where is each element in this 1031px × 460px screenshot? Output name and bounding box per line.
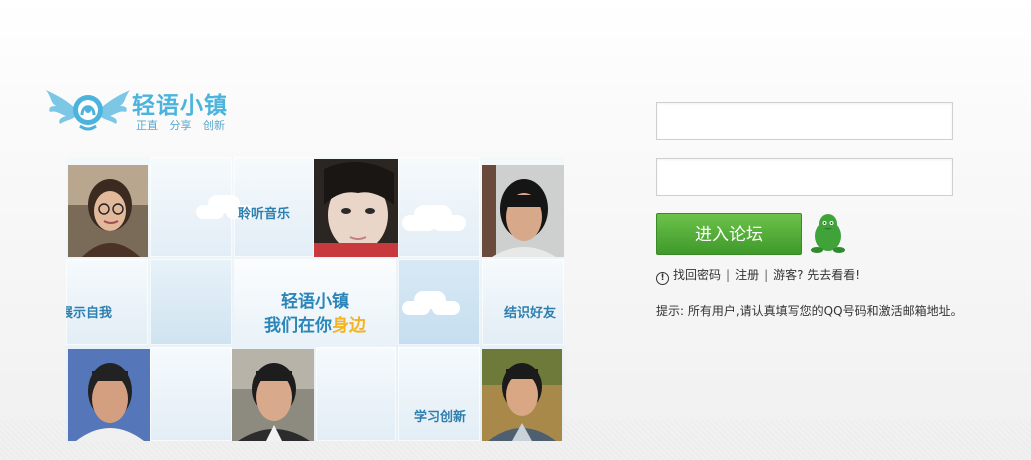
banner-tile [150,347,232,441]
info-icon: ! [656,272,669,285]
banner-tile [398,347,480,441]
portrait-young-man-1 [482,165,564,257]
logo-slogan: 正直 分享 创新 [136,119,225,132]
cloud-decoration [402,301,430,315]
link-separator: | [726,268,731,282]
forgot-password-link[interactable]: 找回密码 [673,268,721,282]
username-input[interactable] [657,103,952,139]
cloud-decoration [196,205,224,219]
logo-title: 轻语小镇 [132,93,228,119]
banner-tile [398,157,480,257]
cloud-decoration [402,215,436,231]
center-subtitle-text: 我们在你 [264,316,332,336]
portrait-young-man-3 [232,349,314,441]
center-subtitle-highlight: 身边 [332,316,366,336]
portrait-girl-closeup [314,159,398,257]
password-input[interactable] [657,159,952,195]
auth-links: ! 找回密码 | 注册 | 游客? 先去看看! [656,266,860,285]
winged-circle-logo-icon [46,90,130,131]
portrait-young-man-4 [482,349,562,441]
qq-penguin-icon[interactable] [811,212,845,254]
link-separator: | [764,268,769,282]
feature-banner: 聆听音乐 展示自我 结识好友 学习创新 轻语小镇 我们在你身边 [66,157,564,441]
label-learn-innovate: 学习创新 [414,410,467,425]
portrait-woman-glasses [68,165,148,257]
center-subtitle: 我们在你身边 [234,311,396,336]
enter-forum-button[interactable]: 进入论坛 [656,213,802,255]
registration-hint: 提示: 所有用户,请认真填写您的QQ号码和激活邮箱地址。 [656,304,963,318]
label-listen-music: 聆听音乐 [238,207,291,222]
portrait-young-man-2 [68,349,150,441]
banner-tile [316,347,396,441]
username-field[interactable] [656,102,953,140]
center-title: 轻语小镇 [281,292,349,312]
register-link[interactable]: 注册 [735,268,759,282]
site-logo: 轻语小镇 正直 分享 创新 [46,86,236,134]
banner-center-slogan: 轻语小镇 我们在你身边 [234,259,396,345]
banner-tile [150,259,232,345]
label-make-friends: 结识好友 [504,306,557,321]
label-show-yourself: 展示自我 [66,306,113,321]
guest-browse-link[interactable]: 游客? 先去看看! [773,268,860,282]
password-field[interactable] [656,158,953,196]
